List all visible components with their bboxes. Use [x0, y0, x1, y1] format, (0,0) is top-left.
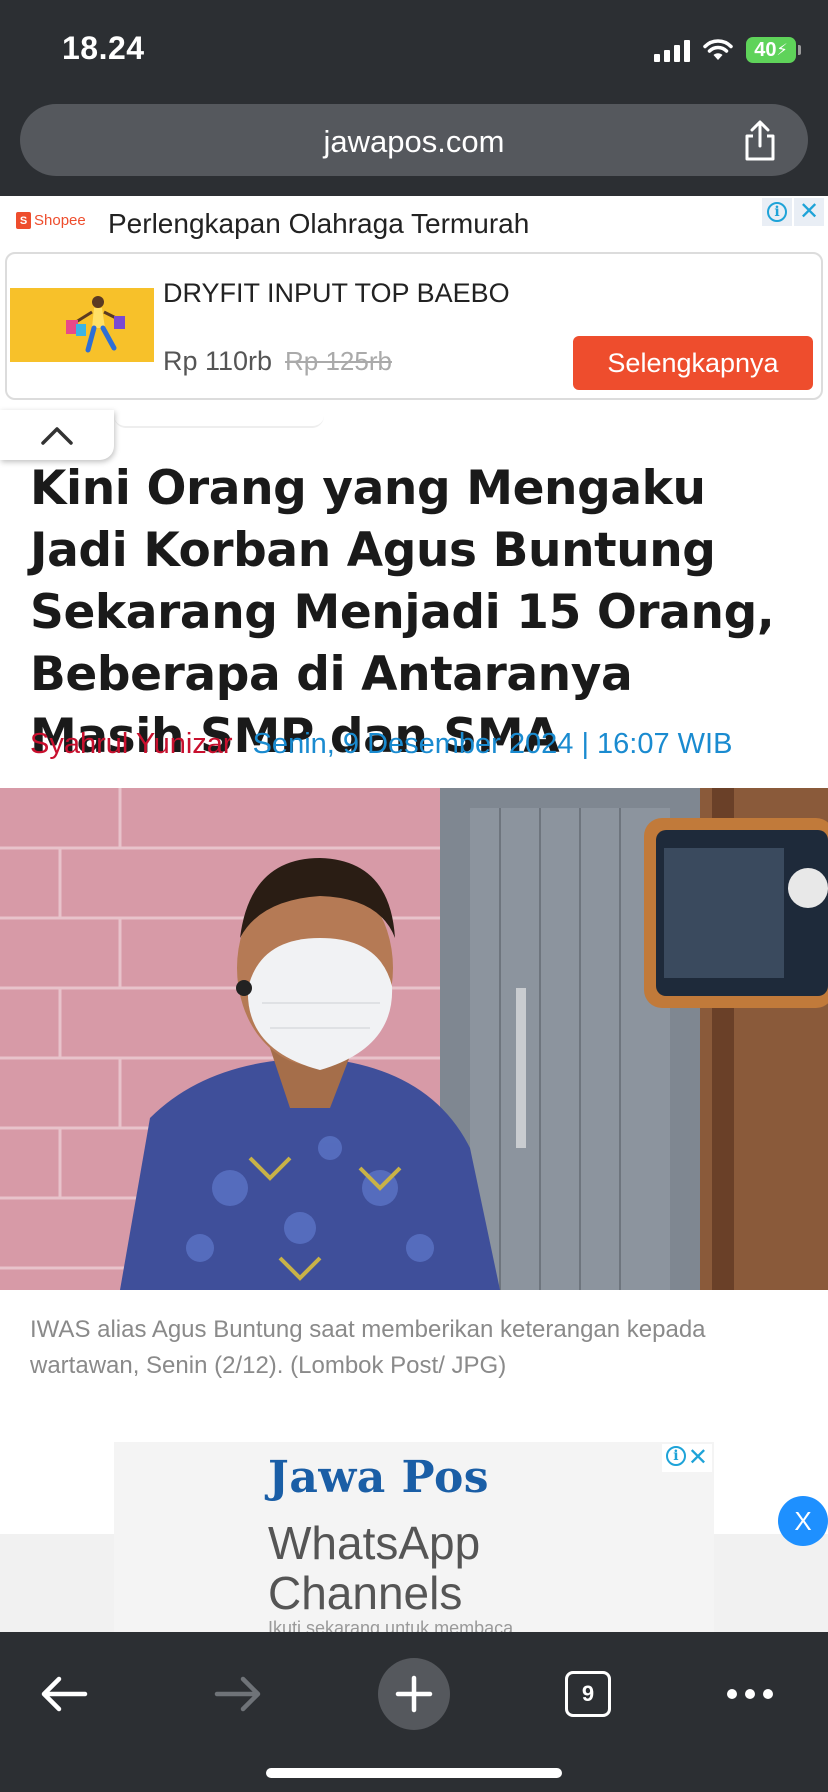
forward-button[interactable]	[202, 1658, 274, 1730]
article-title: Kini Orang yang Mengaku Jadi Korban Agus…	[30, 461, 775, 764]
author-link[interactable]: Syahrul Yunizar	[30, 728, 233, 761]
home-indicator[interactable]	[266, 1768, 562, 1778]
plus-icon	[395, 1675, 433, 1713]
ad-old-price: Rp 125rb	[285, 346, 392, 376]
photo-caption: IWAS alias Agus Buntung saat memberikan …	[30, 1316, 706, 1379]
jawapos-whatsapp-ad[interactable]: Jawa Pos WhatsApp Channels Ikuti sekaran…	[114, 1442, 714, 1632]
ad-product-image[interactable]	[10, 288, 154, 362]
ad-brand: Shopee	[34, 212, 86, 229]
ad-info-button[interactable]: i	[762, 198, 792, 226]
battery-level: 40	[754, 38, 777, 61]
tabs-button[interactable]: 9	[552, 1658, 624, 1730]
status-icons: 40 ⚡	[654, 36, 801, 64]
info-icon[interactable]: i	[665, 1446, 686, 1466]
ad2-controls: i ✕	[661, 1444, 712, 1472]
ad-price: Rp 110rb	[163, 346, 273, 376]
shopee-logo: S Shopee	[16, 212, 86, 229]
shopee-bag-icon: S	[16, 212, 31, 229]
publish-date: Senin, 9 Desember 2024 | 16:07 WIB	[252, 728, 733, 760]
collapse-ad-button[interactable]	[0, 410, 114, 460]
cellular-signal-icon	[654, 38, 690, 62]
new-tab-button[interactable]	[378, 1658, 450, 1730]
ad-banner-header[interactable]: S Shopee Perlengkapan Olahraga Termurah …	[0, 196, 828, 252]
wifi-icon	[703, 39, 733, 60]
ad-controls: i ✕	[762, 198, 824, 226]
battery-icon: 40 ⚡	[746, 37, 801, 63]
back-button[interactable]	[28, 1658, 100, 1730]
ad2-line2: Channels	[268, 1567, 463, 1619]
more-dots-icon	[727, 1689, 773, 1699]
browser-address-area: jawapos.com	[0, 90, 828, 196]
close-icon[interactable]: ✕	[688, 1446, 708, 1470]
ad2-line1: WhatsApp	[268, 1517, 481, 1569]
ad-headline[interactable]: Perlengkapan Olahraga Termurah	[108, 208, 529, 240]
status-bar: 18.24 40 ⚡	[0, 0, 828, 90]
arrow-right-icon	[214, 1676, 261, 1712]
close-ad-button[interactable]: X	[778, 1496, 828, 1546]
share-icon[interactable]	[740, 120, 780, 162]
more-menu-button[interactable]	[714, 1658, 786, 1730]
divider	[114, 410, 324, 428]
ad2-subtext: Ikuti sekarang untuk membaca	[268, 1618, 514, 1632]
browser-toolbar: 9	[0, 1632, 828, 1792]
byline: Syahrul Yunizar Senin, 9 Desember 2024 |…	[30, 728, 732, 761]
ad2-brand: Jawa Pos	[268, 1452, 490, 1503]
tab-count: 9	[565, 1671, 611, 1717]
ad-cta-button[interactable]: Selengkapnya	[573, 336, 813, 390]
ad-product-name[interactable]: DRYFIT INPUT TOP BAEBO	[163, 278, 510, 309]
address-bar[interactable]: jawapos.com	[20, 104, 808, 176]
chevron-up-icon	[41, 427, 73, 445]
info-icon: i	[767, 202, 787, 222]
article-photo[interactable]	[0, 788, 828, 1290]
status-time: 18.24	[62, 30, 145, 66]
ad-close-button[interactable]: ✕	[794, 198, 824, 226]
arrow-left-icon	[41, 1676, 88, 1712]
url-text[interactable]: jawapos.com	[20, 124, 808, 160]
ad-product-card[interactable]: DRYFIT INPUT TOP BAEBO Rp 110rb Rp 125rb…	[5, 252, 823, 400]
close-icon: ✕	[798, 198, 820, 225]
